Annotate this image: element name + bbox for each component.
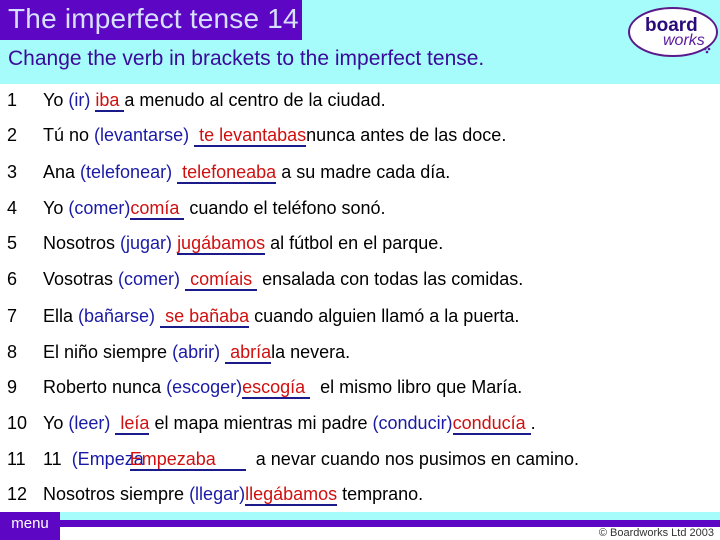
exercise-number: 7 [7,306,18,326]
sentence-text: Yo [43,90,69,110]
exercise-number: 10 [7,413,28,433]
sentence-text: la nevera. [271,342,351,362]
exercise-row: 1 Yo (ir) iba a menudo al centro de la c… [0,90,720,120]
answer-blank[interactable]: llegábamos [245,484,338,506]
sentence-text: El niño siempre [43,342,173,362]
boardworks-logo: board works [628,7,718,57]
answer-blank[interactable]: conducía [452,413,531,435]
sentence-text: Tú no [43,125,95,145]
answer-blank[interactable]: leía [115,413,150,435]
infinitive-verb: (comer) [68,198,131,218]
answer-blank[interactable]: comíais [185,269,258,291]
exercise-row: 5 Nosotros (jugar) jugábamos al fútbol e… [0,233,720,263]
infinitive-verb: (telefonear) [80,162,173,182]
logo-text-works: works [663,32,705,49]
menu-button[interactable]: menu [0,512,60,540]
sentence-text: temprano. [337,484,424,504]
exercise-row: 8 El niño siempre (abrir) abríala nevera… [0,342,720,372]
footer-stripe-purple [60,520,720,527]
exercise-number: 5 [7,233,18,253]
exercise-number: 11 [7,449,26,469]
exercise-row: 10 Yo (leer) leía el mapa mientras mi pa… [0,413,720,443]
sentence-text: cuando alguien llamó a la puerta. [249,306,520,326]
infinitive-verb: (ir) [68,90,91,110]
title-bar: The imperfect tense 14 [0,0,302,40]
infinitive-verb: (bañarse) [78,306,156,326]
exercise-number: 9 [7,377,18,397]
sentence-text: Roberto nunca [43,377,167,397]
exercise-number: 12 [7,484,28,504]
answer-blank[interactable]: jugábamos [177,233,266,255]
answer-blank[interactable]: escogía [242,377,311,399]
infinitive-verb: (llegar) [189,484,246,504]
answer-blank[interactable]: te levantabas [194,125,307,147]
sentence-text: ensalada con todas las comidas. [257,269,524,289]
answer-blank[interactable]: abría [225,342,272,364]
page-title: The imperfect tense 14 [8,3,299,34]
sentence-text: Vosotras [43,269,119,289]
exercise-row: 11 11 (EmpezaEmpezaba a nevar cuando nos… [0,449,720,479]
exercise-row: 6 Vosotras (comer) comíais ensalada con … [0,269,720,299]
footer-stripe-cyan [60,512,720,520]
sentence-text: nunca antes de las doce. [306,125,507,145]
sentence-text: . [530,413,536,433]
infinitive-verb: (escoger) [166,377,243,397]
answer-blank[interactable]: Empezaba [129,449,246,471]
sentence-text: Nosotros siempre [43,484,190,504]
exercise-number: 8 [7,342,18,362]
sentence-text: Yo [43,198,69,218]
exercise-row: 3 Ana (telefonear) telefoneaba a su madr… [0,162,720,192]
infinitive-verb: (comer) [118,269,181,289]
answer-blank[interactable]: iba [95,90,125,112]
exercise-number: 6 [7,269,18,289]
answer-blank[interactable]: comía [130,198,185,220]
infinitive-verb: (leer) [68,413,111,433]
sentence-text: cuando el teléfono sonó. [184,198,386,218]
exercise-number: 1 [7,90,18,110]
sentence-text: Ella [43,306,79,326]
exercise-row: 9 Roberto nunca (escoger)escogía el mism… [0,377,720,407]
exercise-row: 4 Yo (comer)comía cuando el teléfono son… [0,198,720,228]
sentence-text: a su madre cada día. [276,162,451,182]
infinitive-verb: (jugar) [120,233,173,253]
infinitive-verb: (abrir) [172,342,221,362]
exercise-number: 3 [7,162,18,182]
sentence-text: al fútbol en el parque. [265,233,444,253]
answer-blank[interactable]: telefoneaba [177,162,277,184]
sentence-text: el mismo libro que María. [310,377,523,397]
exercise-row: 2 Tú no (levantarse) te levantabasnunca … [0,125,720,155]
infinitive-verb: (levantarse) [94,125,190,145]
sentence-text: el mapa mientras mi padre [149,413,373,433]
infinitive-verb: (conducir) [372,413,453,433]
copyright-text: © Boardworks Ltd 2003 [598,527,714,539]
instruction-text: Change the verb in brackets to the imper… [8,47,485,70]
exercise-number: 2 [7,125,18,145]
sentence-text: Nosotros [43,233,121,253]
answer-blank[interactable]: se bañaba [160,306,250,328]
sentence-text: 11 [43,449,72,469]
sentence-text: a menudo al centro de la ciudad. [124,90,386,110]
exercise-row: 12 Nosotros siempre (llegar)llegábamos t… [0,484,720,514]
sentence-text: a nevar cuando nos pusimos en camino. [245,449,579,469]
exercise-number: 4 [7,198,18,218]
sentence-text: Yo [43,413,69,433]
sentence-text: Ana [43,162,81,182]
exercise-row: 7 Ella (bañarse) se bañaba cuando alguie… [0,306,720,336]
